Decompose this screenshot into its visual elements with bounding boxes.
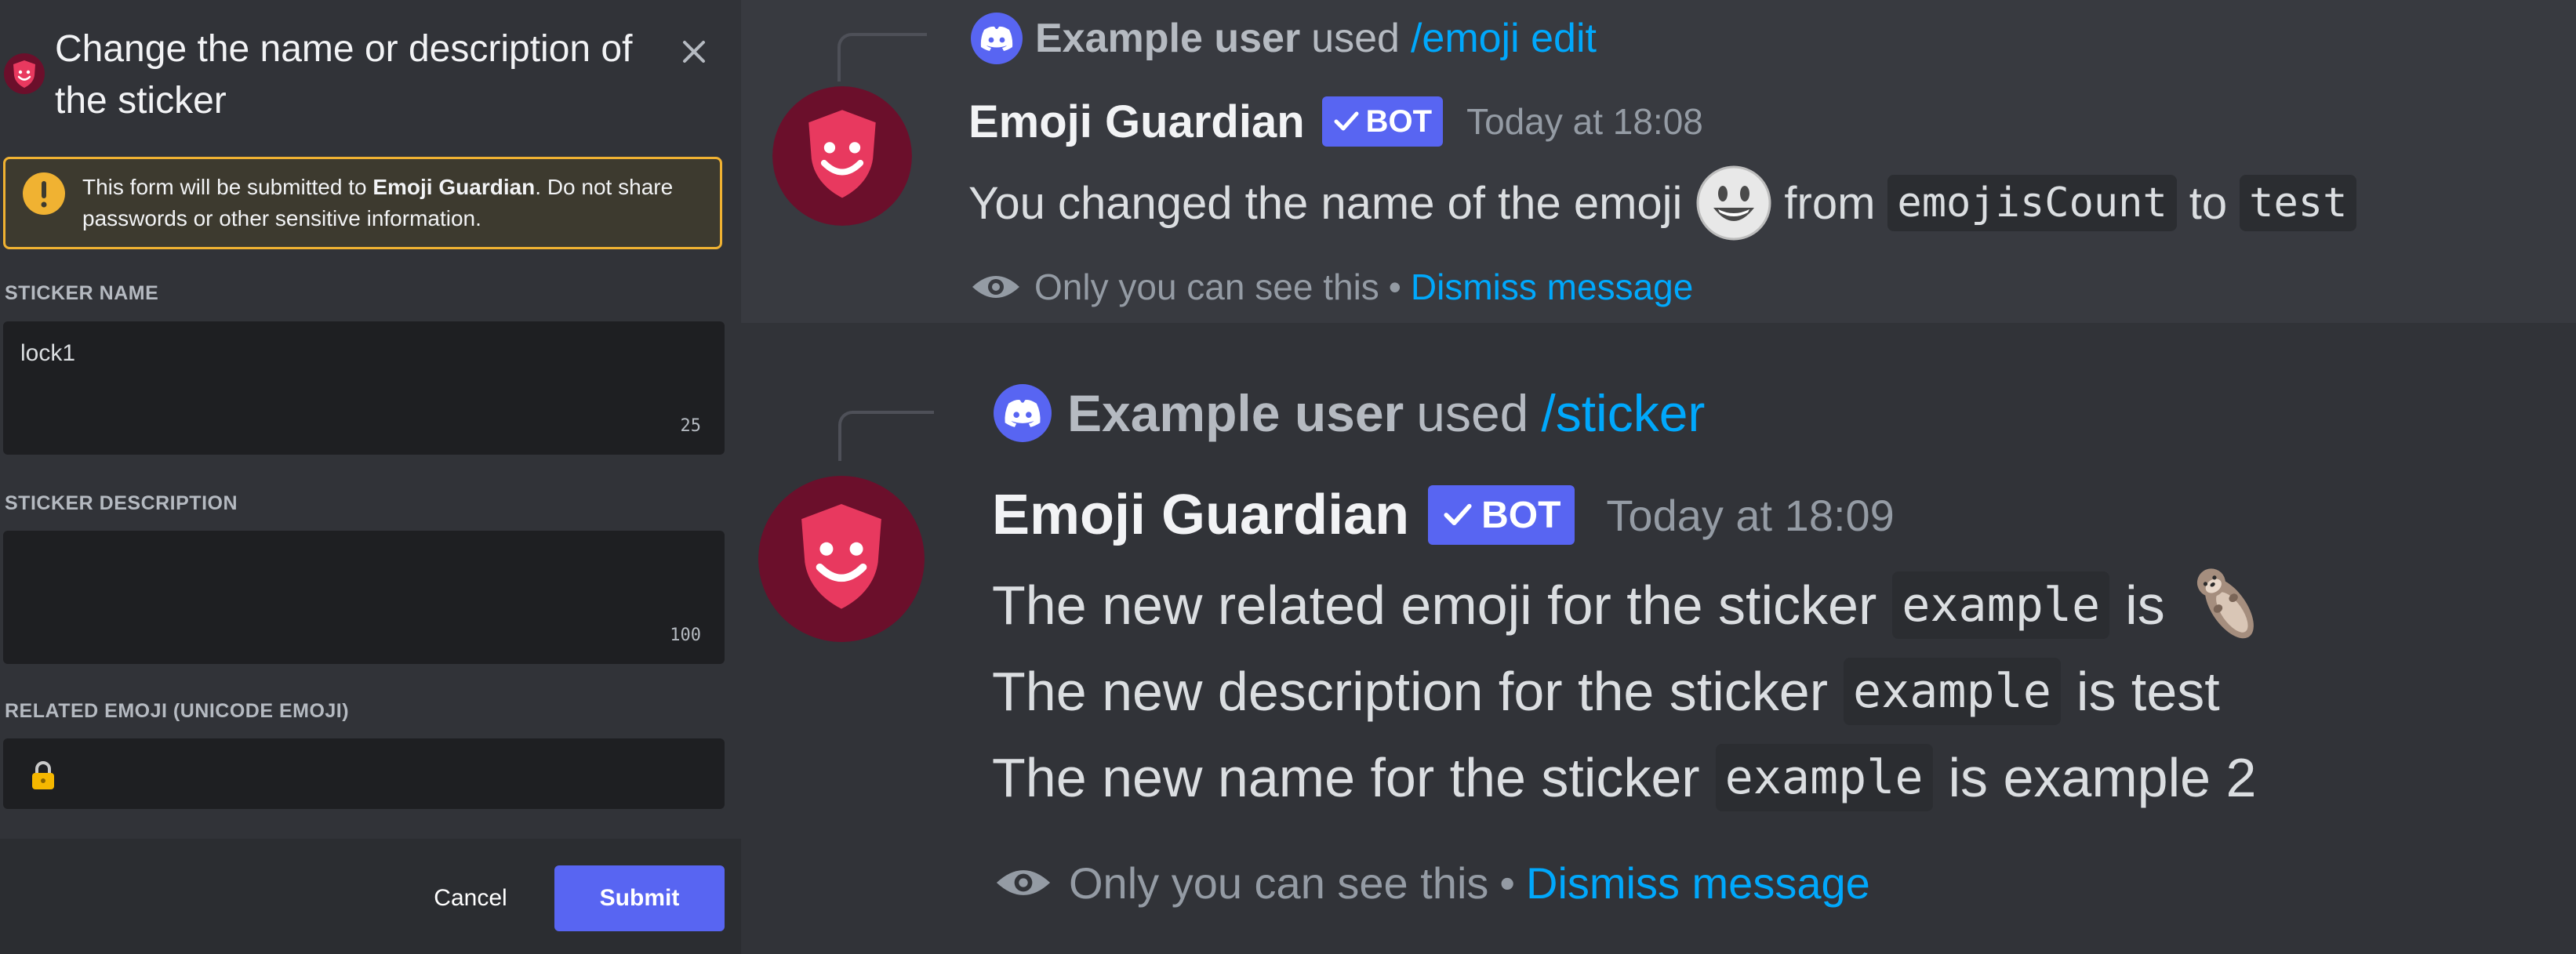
cancel-button[interactable]: Cancel xyxy=(408,865,533,931)
content-line-description: The new description for the sticker exam… xyxy=(992,652,2220,731)
reply-connector xyxy=(837,33,927,82)
ephemeral-note: Only you can see this • Dismiss message xyxy=(994,853,1870,912)
sticker-description-input[interactable]: 100 xyxy=(3,531,725,664)
check-icon xyxy=(1334,111,1359,131)
warning-text: This form will be submitted to Emoji Gua… xyxy=(82,172,710,234)
submit-button[interactable]: Submit xyxy=(554,865,725,931)
sticker-edit-modal: Change the name or description of the st… xyxy=(0,0,741,954)
chat-area: Example user used /emoji edit Emoji Guar… xyxy=(741,0,2576,954)
timestamp[interactable]: Today at 18:08 xyxy=(1466,100,1703,143)
reply-context[interactable]: Example user used /emoji edit xyxy=(971,13,1597,64)
author-name[interactable]: Emoji Guardian xyxy=(968,96,1305,148)
ephemeral-note: Only you can see this • Dismiss message xyxy=(970,262,1693,312)
separator: • xyxy=(1388,267,1401,307)
content-text-before: The new related emoji for the sticker xyxy=(992,575,1877,636)
bot-tag-label: BOT xyxy=(1481,494,1561,536)
content-text-after: is test xyxy=(2076,661,2220,722)
reply-used-text: used xyxy=(1311,16,1400,61)
content-code-sticker: example xyxy=(1844,658,2061,725)
content-text-3: to xyxy=(2189,177,2228,229)
related-emoji-label: RELATED EMOJI (UNICODE EMOJI) xyxy=(5,700,350,722)
content-text-after: is example 2 xyxy=(1948,747,2257,808)
reply-username[interactable]: Example user xyxy=(1067,383,1404,443)
warning-prefix: This form will be submitted to xyxy=(82,175,373,199)
message-sticker: Example user used /sticker Emoji Guardia… xyxy=(741,323,2576,954)
bot-avatar[interactable] xyxy=(758,476,925,642)
discord-icon xyxy=(971,13,1023,64)
content-text-before: The new description for the sticker xyxy=(992,661,1829,722)
eye-icon xyxy=(996,870,1051,895)
separator: • xyxy=(1499,858,1515,908)
bot-avatar[interactable] xyxy=(772,86,912,226)
author-name[interactable]: Emoji Guardian xyxy=(992,483,1409,547)
content-text-after: is xyxy=(2125,575,2165,636)
reply-command[interactable]: /emoji edit xyxy=(1411,15,1597,62)
reply-username[interactable]: Example user xyxy=(1035,15,1300,62)
sticker-description-char-limit: 100 xyxy=(670,626,701,645)
sticker-name-label: STICKER NAME xyxy=(5,282,159,304)
warning-app-name: Emoji Guardian xyxy=(372,175,536,199)
otter-emoji-icon xyxy=(2196,568,2254,639)
content-text-before: The new name for the sticker xyxy=(992,747,1700,808)
content-code-sticker: example xyxy=(1715,744,1933,811)
message-content: You changed the name of the emoji from e… xyxy=(968,165,2357,241)
modal-footer: Cancel Submit xyxy=(0,839,741,954)
bot-tag: BOT xyxy=(1321,96,1444,147)
reply-used-text: used xyxy=(1416,384,1529,442)
content-line-name: The new name for the sticker example is … xyxy=(992,738,2256,817)
message-header: Emoji Guardian BOT Today at 18:08 xyxy=(968,90,1703,153)
eye-icon xyxy=(972,276,1019,298)
reply-connector xyxy=(838,411,934,461)
content-line-related-emoji: The new related emoji for the sticker ex… xyxy=(992,566,2273,644)
only-you-text: Only you can see this xyxy=(1069,858,1489,908)
timestamp[interactable]: Today at 18:09 xyxy=(1606,490,1894,541)
reply-command[interactable]: /sticker xyxy=(1541,383,1705,443)
exclamation-icon xyxy=(23,172,65,215)
lock-icon xyxy=(32,761,54,789)
message-emoji-edit: Example user used /emoji edit Emoji Guar… xyxy=(741,0,2576,323)
only-you-text: Only you can see this xyxy=(1034,267,1379,307)
bot-tag-label: BOT xyxy=(1365,103,1433,139)
content-code-old-name: emojisCount xyxy=(1887,175,2177,231)
sticker-description-label: STICKER DESCRIPTION xyxy=(5,492,238,514)
warning-notice: This form will be submitted to Emoji Gua… xyxy=(3,157,722,249)
content-code-sticker: example xyxy=(1892,571,2110,639)
reply-context[interactable]: Example user used /sticker xyxy=(994,384,1705,442)
bot-tag: BOT xyxy=(1428,485,1575,545)
discord-icon xyxy=(994,384,1052,442)
sticker-name-input[interactable]: lock1 25 xyxy=(3,321,725,455)
dismiss-message-link[interactable]: Dismiss message xyxy=(1526,858,1870,909)
related-emoji-input[interactable] xyxy=(3,738,725,809)
modal-title: Change the name or description of the st… xyxy=(55,28,633,122)
content-code-new-name: test xyxy=(2240,175,2357,231)
dismiss-message-link[interactable]: Dismiss message xyxy=(1411,266,1693,308)
sticker-name-char-limit: 25 xyxy=(680,416,702,436)
emoji-face-icon xyxy=(1696,165,1771,241)
app-avatar-icon xyxy=(4,53,45,94)
content-text-1: You changed the name of the emoji xyxy=(968,177,1683,229)
check-icon xyxy=(1444,503,1472,526)
content-text-2: from xyxy=(1784,177,1876,229)
close-icon[interactable] xyxy=(672,30,716,74)
sticker-name-value: lock1 xyxy=(20,340,76,366)
message-header: Emoji Guardian BOT Today at 18:09 xyxy=(992,478,1895,552)
